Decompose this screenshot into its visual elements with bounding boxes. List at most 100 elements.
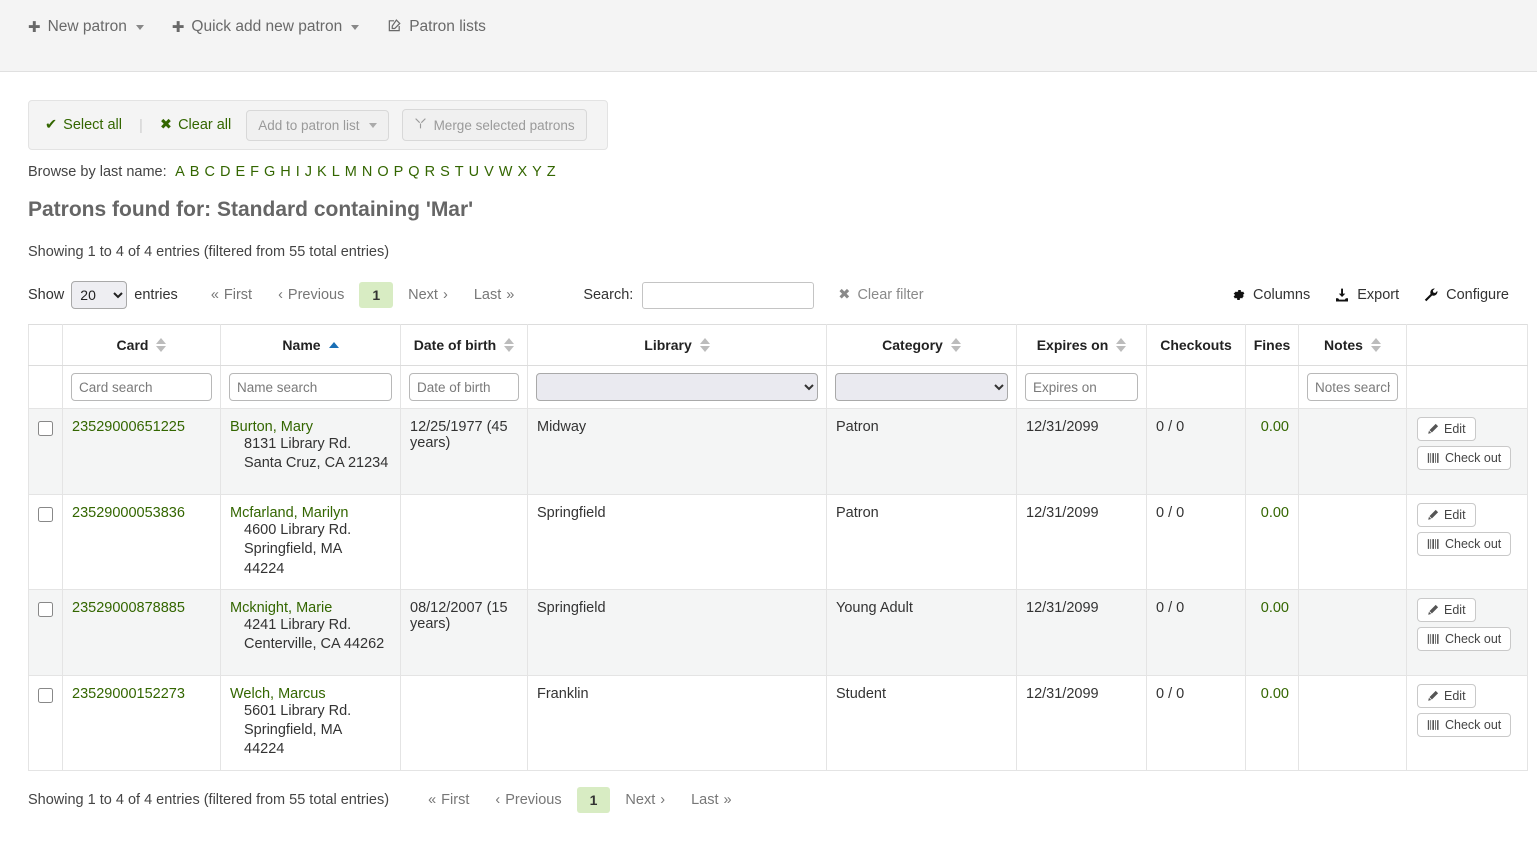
browse-letter-H[interactable]: H xyxy=(278,164,293,180)
first-page-button-bottom[interactable]: « First xyxy=(417,787,480,813)
row-checkbox[interactable] xyxy=(38,507,53,522)
edit-button[interactable]: Edit xyxy=(1417,417,1476,441)
pencil-icon xyxy=(1427,604,1439,616)
card-number-link[interactable]: 23529000651225 xyxy=(72,419,185,435)
browse-letter-S[interactable]: S xyxy=(438,164,453,180)
page-number-1[interactable]: 1 xyxy=(359,282,393,308)
next-page-button-bottom[interactable]: Next › xyxy=(614,787,676,813)
clear-all-button[interactable]: ✖ Clear all xyxy=(158,114,233,136)
browse-letter-G[interactable]: G xyxy=(261,164,277,180)
patron-address: 8131 Library Rd.Santa Cruz, CA 21234 xyxy=(244,435,391,474)
library-filter-select[interactable] xyxy=(536,373,818,401)
browse-letter-Q[interactable]: Q xyxy=(406,164,422,180)
entries-info-top: Showing 1 to 4 of 4 entries (filtered fr… xyxy=(28,244,1509,260)
browse-letter-K[interactable]: K xyxy=(315,164,330,180)
browse-letter-X[interactable]: X xyxy=(515,164,530,180)
check-out-button[interactable]: Check out xyxy=(1417,532,1511,556)
first-page-button[interactable]: « First xyxy=(200,282,263,308)
select-all-button[interactable]: ✔ Select all xyxy=(43,114,124,136)
check-out-button[interactable]: Check out xyxy=(1417,446,1511,470)
barcode-icon xyxy=(1427,719,1440,731)
search-input[interactable] xyxy=(642,282,814,309)
page-length-select[interactable]: 102050100 xyxy=(71,281,127,309)
browse-letter-Y[interactable]: Y xyxy=(530,164,545,180)
check-out-button[interactable]: Check out xyxy=(1417,627,1511,651)
browse-letter-C[interactable]: C xyxy=(202,164,217,180)
browse-letter-Z[interactable]: Z xyxy=(544,164,558,180)
sort-icon[interactable] xyxy=(700,338,710,352)
browse-letter-R[interactable]: R xyxy=(422,164,437,180)
clear-filter-button[interactable]: ✖ Clear filter xyxy=(838,287,923,303)
sort-icon[interactable] xyxy=(1116,338,1126,352)
browse-letter-W[interactable]: W xyxy=(496,164,515,180)
notes-search-input[interactable] xyxy=(1307,373,1398,401)
row-checkbox[interactable] xyxy=(38,688,53,703)
next-page-button[interactable]: Next › xyxy=(397,282,459,308)
card-number-link[interactable]: 23529000878885 xyxy=(72,600,185,616)
header-notes[interactable]: Notes xyxy=(1299,325,1407,366)
sort-icon[interactable] xyxy=(156,338,166,352)
browse-letter-T[interactable]: T xyxy=(452,164,466,180)
edit-button[interactable]: Edit xyxy=(1417,503,1476,527)
edit-button[interactable]: Edit xyxy=(1417,684,1476,708)
card-search-input[interactable] xyxy=(71,373,212,401)
sort-icon[interactable] xyxy=(1371,338,1381,352)
chevron-right-icon: › xyxy=(660,792,665,808)
browse-letter-O[interactable]: O xyxy=(375,164,391,180)
merge-selected-patrons-button[interactable]: Merge selected patrons xyxy=(402,109,587,141)
export-button[interactable]: Export xyxy=(1334,287,1399,303)
last-page-button[interactable]: Last » xyxy=(463,282,526,308)
patron-name-link[interactable]: Welch, Marcus xyxy=(230,686,391,702)
card-number-link[interactable]: 23529000152273 xyxy=(72,686,185,702)
sort-icon[interactable] xyxy=(504,338,514,352)
new-patron-button[interactable]: ✚ New patron xyxy=(18,12,154,42)
patron-name-link[interactable]: Mcknight, Marie xyxy=(230,600,391,616)
browse-letter-D[interactable]: D xyxy=(217,164,232,180)
browse-letter-A[interactable]: A xyxy=(173,164,188,180)
browse-letter-N[interactable]: N xyxy=(359,164,374,180)
browse-letter-I[interactable]: I xyxy=(293,164,302,180)
row-checkbox[interactable] xyxy=(38,602,53,617)
browse-letter-P[interactable]: P xyxy=(391,164,406,180)
header-date-of-birth[interactable]: Date of birth xyxy=(401,325,528,366)
actions-cell: Edit Check out xyxy=(1407,409,1528,495)
quick-add-new-patron-button[interactable]: ✚ Quick add new patron xyxy=(162,12,369,42)
header-category[interactable]: Category xyxy=(827,325,1017,366)
row-checkbox[interactable] xyxy=(38,421,53,436)
patron-lists-button[interactable]: Patron lists xyxy=(377,12,496,42)
browse-letter-U[interactable]: U xyxy=(466,164,481,180)
browse-letter-E[interactable]: E xyxy=(233,164,248,180)
address-line: Santa Cruz, CA 21234 xyxy=(244,454,391,473)
header-library[interactable]: Library xyxy=(528,325,827,366)
name-search-input[interactable] xyxy=(229,373,392,401)
page-number-1-bottom[interactable]: 1 xyxy=(577,787,611,813)
patron-name-link[interactable]: Mcfarland, Marilyn xyxy=(230,505,391,521)
date-of-birth-filter-input[interactable] xyxy=(409,373,519,401)
header-card[interactable]: Card xyxy=(63,325,221,366)
date-of-birth-cell xyxy=(401,675,528,770)
header-name[interactable]: Name xyxy=(221,325,401,366)
check-out-button[interactable]: Check out xyxy=(1417,713,1511,737)
browse-letter-J[interactable]: J xyxy=(302,164,314,180)
last-page-button-bottom[interactable]: Last » xyxy=(680,787,743,813)
patron-lists-label: Patron lists xyxy=(409,18,486,36)
patron-name-link[interactable]: Burton, Mary xyxy=(230,419,391,435)
sort-ascending-icon[interactable] xyxy=(329,342,339,348)
browse-letter-M[interactable]: M xyxy=(342,164,359,180)
add-to-patron-list-button[interactable]: Add to patron list xyxy=(246,110,388,141)
previous-page-button-bottom[interactable]: ‹ Previous xyxy=(484,787,572,813)
chevron-down-icon xyxy=(369,123,377,128)
configure-button[interactable]: Configure xyxy=(1423,287,1509,303)
card-number-link[interactable]: 23529000053836 xyxy=(72,505,185,521)
columns-button[interactable]: Columns xyxy=(1230,287,1310,303)
header-expires-on[interactable]: Expires on xyxy=(1017,325,1147,366)
browse-letter-L[interactable]: L xyxy=(329,164,342,180)
sort-icon[interactable] xyxy=(951,338,961,352)
previous-page-button[interactable]: ‹ Previous xyxy=(267,282,355,308)
browse-letter-B[interactable]: B xyxy=(187,164,202,180)
edit-button[interactable]: Edit xyxy=(1417,598,1476,622)
category-filter-select[interactable] xyxy=(835,373,1008,401)
browse-letter-F[interactable]: F xyxy=(248,164,262,180)
browse-letter-V[interactable]: V xyxy=(482,164,497,180)
expires-on-filter-input[interactable] xyxy=(1025,373,1138,401)
